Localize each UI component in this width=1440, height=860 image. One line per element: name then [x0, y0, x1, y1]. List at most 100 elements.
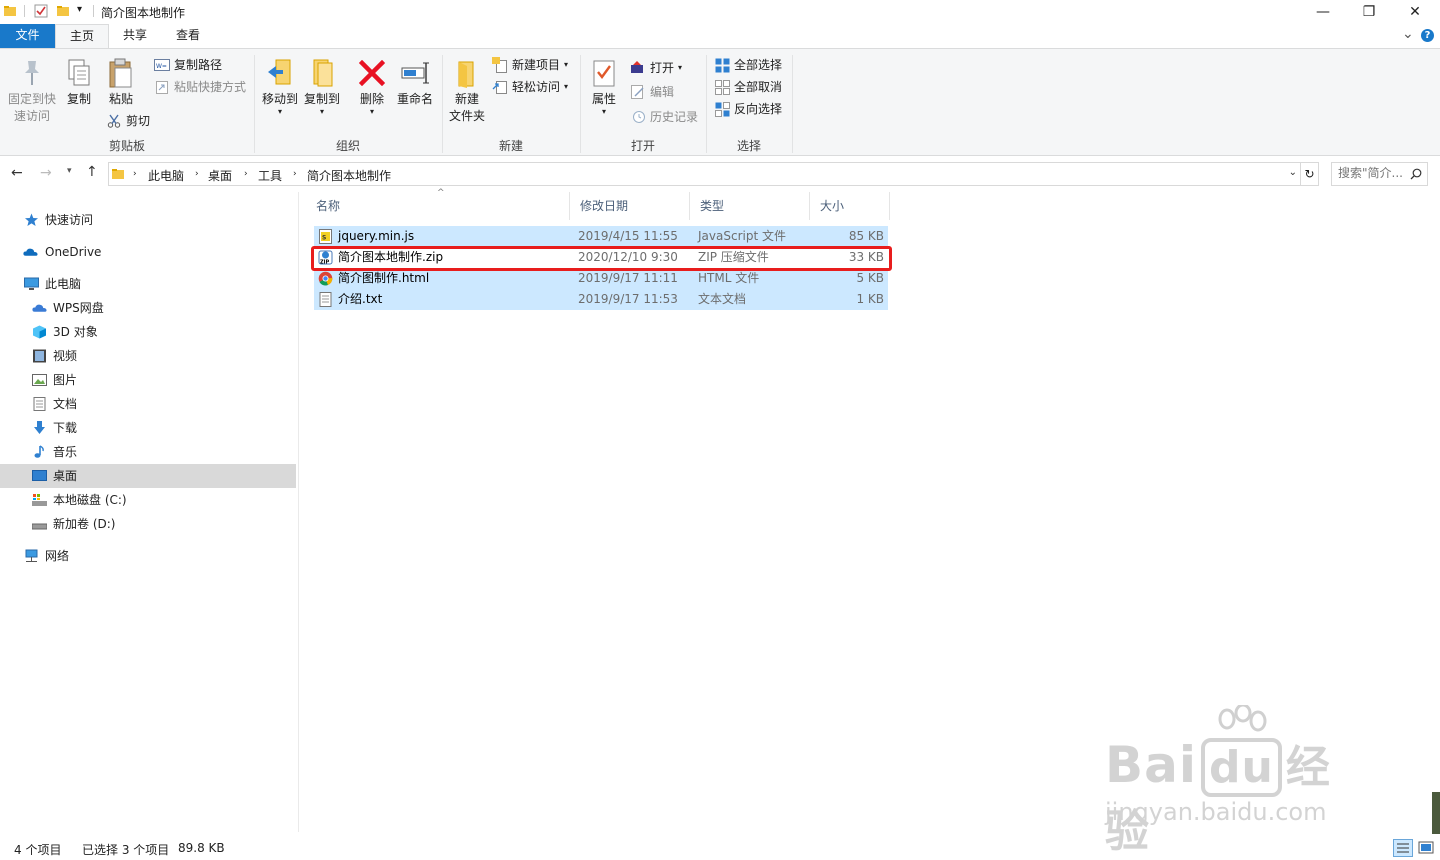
recent-locations-icon[interactable]: ▾ [67, 166, 72, 176]
breadcrumb-chevron-icon[interactable]: › [293, 169, 297, 179]
properties-icon [593, 60, 615, 87]
computer-icon [24, 277, 39, 290]
file-row[interactable]: 简介图制作.html 2019/9/17 11:11 HTML 文件 5 KB [314, 268, 888, 289]
new-folder-qat-icon[interactable] [56, 4, 70, 18]
forward-arrow-icon[interactable]: → [40, 165, 52, 181]
selection-count: 已选择 3 个项目 [82, 843, 170, 857]
details-view-icon[interactable] [1393, 839, 1413, 857]
copy-button[interactable]: 复制 [62, 57, 96, 108]
text-file-icon [319, 292, 332, 307]
nav-downloads[interactable]: 下载 [0, 416, 296, 440]
column-type[interactable]: 类型 [690, 192, 810, 220]
select-none-button[interactable]: 全部取消 [714, 77, 782, 97]
file-row[interactable]: 介绍.txt 2019/9/17 11:53 文本文档 1 KB [314, 289, 888, 310]
nav-videos[interactable]: 视频 [0, 344, 296, 368]
copy-path-button[interactable]: W= 复制路径 [154, 55, 222, 75]
move-to-button[interactable]: 移动到 ▾ [260, 57, 300, 116]
address-bar[interactable]: › 此电脑 › 桌面 › 工具 › 简介图本地制作 ⌄ [108, 162, 1301, 186]
breadcrumb-this-pc[interactable]: 此电脑 [148, 167, 184, 184]
cut-button[interactable]: 剪切 [106, 111, 150, 131]
nav-3d-objects[interactable]: 3D 对象 [0, 320, 296, 344]
watermark-url: jingyan.baidu.com [1105, 798, 1327, 826]
qat-dropdown-icon[interactable]: ▾ [77, 4, 82, 15]
star-icon [25, 213, 38, 226]
open-icon [631, 61, 643, 73]
column-date-modified[interactable]: 修改日期 [570, 192, 690, 220]
file-type: 文本文档 [698, 292, 747, 306]
nav-onedrive[interactable]: OneDrive [0, 240, 296, 264]
copy-to-icon [313, 59, 333, 87]
breadcrumb-tools[interactable]: 工具 [258, 167, 282, 184]
file-explorer-window: ▾ 简介图本地制作 — ❐ ✕ 文件 主页 共享 查看 ⌄ ? 固定到快 速访问… [0, 0, 1440, 860]
clipboard-group-label: 剪贴板 [108, 139, 145, 153]
address-dropdown-icon[interactable]: ⌄ [1289, 167, 1297, 178]
address-row: ← → ▾ ↑ › 此电脑 › 桌面 › 工具 › 简介图本地制作 ⌄ ↻ [0, 160, 1440, 188]
search-icon [1410, 168, 1422, 180]
back-arrow-icon[interactable]: ← [11, 165, 23, 181]
highlight-annotation-box [311, 246, 892, 271]
nav-this-pc[interactable]: 此电脑 [0, 272, 296, 296]
properties-qat-icon[interactable] [34, 4, 48, 18]
file-name: 介绍.txt [338, 292, 383, 306]
paste-shortcut-button[interactable]: 粘贴快捷方式 [154, 77, 246, 97]
tab-view[interactable]: 查看 [165, 24, 211, 48]
nav-desktop[interactable]: 桌面 [0, 464, 296, 488]
new-folder-button[interactable]: 新建 文件夹 [446, 57, 488, 125]
file-row[interactable]: S jquery.min.js 2019/4/15 11:55 JavaScri… [314, 226, 888, 247]
open-group-label: 打开 [630, 139, 655, 153]
nav-documents[interactable]: 文档 [0, 392, 296, 416]
nav-wps-drive[interactable]: WPS网盘 [0, 296, 296, 320]
nav-local-disk-c[interactable]: 本地磁盘 (C:) [0, 488, 296, 512]
pin-quick-access-button[interactable]: 固定到快 速访问 [4, 57, 60, 125]
search-input[interactable] [1338, 166, 1408, 180]
up-arrow-icon[interactable]: ↑ [86, 164, 98, 180]
breadcrumb-chevron-icon[interactable]: › [244, 169, 248, 179]
edit-button[interactable]: 编辑 [630, 82, 674, 102]
open-button[interactable]: 打开 ▾ [630, 58, 682, 78]
network-icon [25, 549, 38, 562]
scissors-icon [107, 114, 121, 128]
breadcrumb-current-folder[interactable]: 简介图本地制作 [307, 167, 391, 184]
breadcrumb-chevron-icon[interactable]: › [133, 169, 137, 179]
maximize-button[interactable]: ❐ [1346, 0, 1392, 24]
onedrive-cloud-icon [23, 248, 38, 256]
large-icons-view-icon[interactable] [1417, 839, 1435, 857]
file-type: JavaScript 文件 [698, 229, 786, 243]
nav-quick-access[interactable]: 快速访问 [0, 208, 296, 232]
wps-cloud-icon [32, 304, 47, 312]
close-button[interactable]: ✕ [1392, 0, 1438, 24]
move-to-icon [268, 59, 291, 85]
column-size[interactable]: 大小 [810, 192, 890, 220]
minimize-button[interactable]: — [1300, 0, 1346, 24]
rename-button[interactable]: 重命名 [394, 57, 436, 108]
tab-share[interactable]: 共享 [111, 24, 159, 48]
properties-button[interactable]: 属性 ▾ [586, 57, 622, 116]
paste-button[interactable]: 粘贴 [102, 57, 140, 108]
ribbon-expand-icon[interactable]: ⌄ [1402, 26, 1414, 42]
file-size: 85 KB [848, 229, 884, 243]
new-item-button[interactable]: 新建项目 ▾ [492, 55, 568, 75]
search-box[interactable] [1331, 162, 1428, 186]
refresh-button[interactable]: ↻ [1301, 162, 1319, 186]
nav-new-volume-d[interactable]: 新加卷 (D:) [0, 512, 296, 536]
svg-text:W=: W= [156, 63, 167, 70]
delete-button[interactable]: 删除 ▾ [354, 57, 390, 116]
history-button[interactable]: 历史记录 [630, 107, 698, 127]
help-icon[interactable]: ? [1421, 29, 1434, 42]
column-name[interactable]: 名称 [306, 192, 570, 220]
easy-access-button[interactable]: 轻松访问 ▾ [492, 77, 568, 97]
nav-network[interactable]: 网络 [0, 544, 296, 568]
documents-icon [33, 397, 46, 411]
edge-widget [1432, 792, 1440, 834]
nav-music[interactable]: 音乐 [0, 440, 296, 464]
breadcrumb-desktop[interactable]: 桌面 [208, 167, 232, 184]
copy-to-button[interactable]: 复制到 ▾ [302, 57, 342, 116]
tab-home[interactable]: 主页 [55, 24, 109, 49]
pane-splitter[interactable] [298, 192, 299, 832]
tab-file[interactable]: 文件 [0, 24, 55, 48]
breadcrumb-chevron-icon[interactable]: › [195, 169, 199, 179]
select-all-button[interactable]: 全部选择 [714, 55, 782, 75]
nav-pictures[interactable]: 图片 [0, 368, 296, 392]
invert-selection-button[interactable]: 反向选择 [714, 99, 782, 119]
download-arrow-icon [34, 421, 45, 434]
